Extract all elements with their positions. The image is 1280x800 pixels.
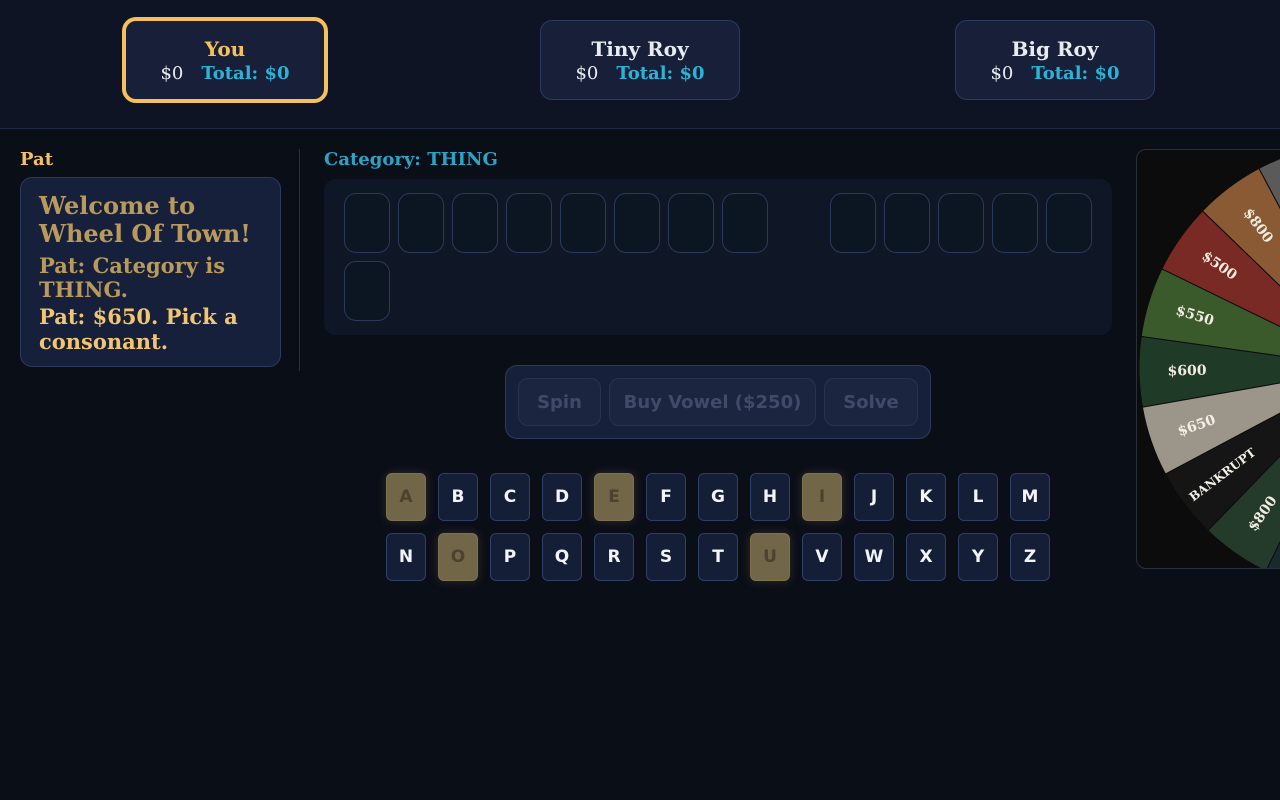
host-message: Pat: $650. Pick a consonant.	[39, 304, 238, 354]
puzzle-tile	[722, 193, 768, 253]
letter-key-l[interactable]: L	[958, 473, 998, 521]
puzzle-tile	[884, 193, 930, 253]
player-card-you: You $0 Total: $0	[122, 17, 328, 103]
letter-key-c[interactable]: C	[490, 473, 530, 521]
letter-key-g[interactable]: G	[698, 473, 738, 521]
host-message: Pat: Category is THING.	[39, 253, 226, 302]
letter-key-i[interactable]: I	[802, 473, 842, 521]
puzzle-tile	[506, 193, 552, 253]
solve-button[interactable]: Solve	[824, 378, 918, 426]
puzzle-tile	[452, 193, 498, 253]
letter-key-v[interactable]: V	[802, 533, 842, 581]
letter-key-y[interactable]: Y	[958, 533, 998, 581]
letter-key-w[interactable]: W	[854, 533, 894, 581]
host-message: Welcome to Wheel Of Town!	[39, 191, 251, 248]
letter-key-a[interactable]: A	[386, 473, 426, 521]
letter-key-s[interactable]: S	[646, 533, 686, 581]
letter-key-p[interactable]: P	[490, 533, 530, 581]
player-total: Total: $0	[616, 63, 705, 84]
puzzle-tile	[668, 193, 714, 253]
puzzle-category: Category: THING	[324, 149, 498, 170]
puzzle-tile	[560, 193, 606, 253]
letter-key-j[interactable]: J	[854, 473, 894, 521]
player-money: $0	[160, 63, 184, 84]
player-name: Tiny Roy	[591, 37, 689, 61]
player-card-tiny-roy: Tiny Roy $0 Total: $0	[540, 20, 740, 100]
puzzle-tile	[344, 193, 390, 253]
puzzle-tile	[344, 261, 390, 321]
puzzle-tile	[398, 193, 444, 253]
player-total: Total: $0	[1031, 63, 1120, 84]
buy-vowel-button[interactable]: Buy Vowel ($250)	[609, 378, 816, 426]
puzzle-tile	[830, 193, 876, 253]
letter-key-t[interactable]: T	[698, 533, 738, 581]
letter-key-m[interactable]: M	[1010, 473, 1050, 521]
puzzle-board	[324, 179, 1112, 335]
player-name: You	[204, 37, 246, 61]
player-name: Big Roy	[1011, 37, 1099, 61]
divider	[299, 149, 300, 371]
host-message-box: Welcome to Wheel Of Town! Pat: Category …	[20, 177, 281, 367]
puzzle-tile	[938, 193, 984, 253]
player-money: $0	[575, 63, 599, 84]
wheel-wedge-label: $600	[1167, 363, 1206, 380]
puzzle-tile	[1046, 193, 1092, 253]
letter-key-q[interactable]: Q	[542, 533, 582, 581]
letter-key-x[interactable]: X	[906, 533, 946, 581]
letter-key-z[interactable]: Z	[1010, 533, 1050, 581]
wheel-panel: $800$500$550$600$650BANKRUPT$800$900$500	[1136, 149, 1280, 569]
letter-key-o[interactable]: O	[438, 533, 478, 581]
puzzle-tile	[614, 193, 660, 253]
letter-key-d[interactable]: D	[542, 473, 582, 521]
scoreboard: You $0 Total: $0 Tiny Roy $0 Total: $0 Big…	[0, 0, 1280, 129]
player-money: $0	[990, 63, 1014, 84]
player-card-big-roy: Big Roy $0 Total: $0	[955, 20, 1155, 100]
letter-key-f[interactable]: F	[646, 473, 686, 521]
letter-key-h[interactable]: H	[750, 473, 790, 521]
letter-key-u[interactable]: U	[750, 533, 790, 581]
player-total: Total: $0	[201, 63, 290, 84]
letter-key-k[interactable]: K	[906, 473, 946, 521]
letter-key-e[interactable]: E	[594, 473, 634, 521]
spin-button[interactable]: Spin	[518, 378, 601, 426]
action-panel: Spin Buy Vowel ($250) Solve	[505, 365, 931, 439]
letter-key-n[interactable]: N	[386, 533, 426, 581]
host-name: Pat	[20, 149, 54, 170]
letter-key-b[interactable]: B	[438, 473, 478, 521]
wheel[interactable]: $800$500$550$600$650BANKRUPT$800$900$500	[1137, 150, 1280, 569]
puzzle-tile	[992, 193, 1038, 253]
letter-key-r[interactable]: R	[594, 533, 634, 581]
